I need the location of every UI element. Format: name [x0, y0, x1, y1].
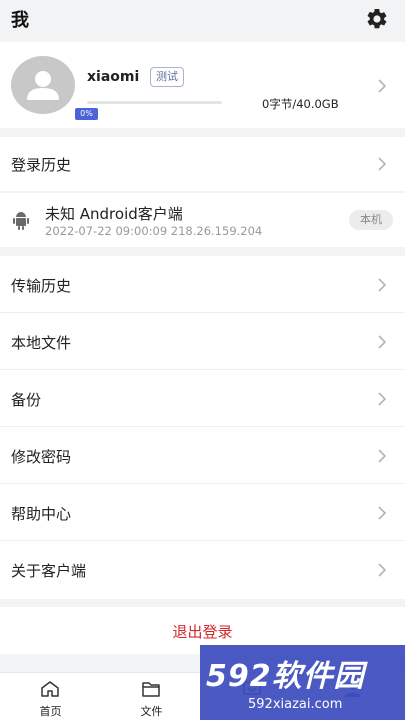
- avatar[interactable]: [11, 56, 75, 114]
- menu-item-backup[interactable]: 备份: [0, 370, 405, 427]
- current-device-badge: 本机: [349, 210, 393, 230]
- chevron-right-icon: [378, 563, 387, 577]
- login-history-label: 登录历史: [11, 156, 72, 174]
- settings-menu: 传输历史 本地文件 备份 修改密码 帮助中心 关于客户端: [0, 256, 405, 599]
- chevron-right-icon: [378, 449, 387, 463]
- menu-item-label: 本地文件: [11, 334, 72, 352]
- tab-home[interactable]: 首页: [0, 673, 101, 720]
- user-avatar-icon: [27, 71, 59, 100]
- top-bar: 我: [0, 0, 405, 40]
- chevron-right-icon: [378, 335, 387, 349]
- watermark-url: 592xiazai.com: [248, 697, 343, 712]
- device-login-meta: 2022-07-22 09:00:09 218.26.159.204: [45, 224, 263, 238]
- folder-icon: [142, 682, 160, 697]
- login-history-row[interactable]: 登录历史: [0, 137, 405, 191]
- storage-percent-badge: 0%: [75, 108, 98, 120]
- tab-label: 文件: [140, 705, 163, 718]
- storage-progress-bar: [87, 101, 222, 104]
- chevron-right-icon: [378, 278, 387, 292]
- menu-item-help-center[interactable]: 帮助中心: [0, 484, 405, 541]
- storage-usage-text: 0字节/40.0GB: [262, 97, 339, 111]
- menu-item-label: 帮助中心: [11, 505, 72, 523]
- login-device-item: 未知 Android客户端 2022-07-22 09:00:09 218.26…: [0, 193, 405, 247]
- chevron-right-icon: [378, 157, 387, 171]
- menu-item-label: 关于客户端: [11, 562, 87, 580]
- menu-item-label: 备份: [11, 391, 42, 409]
- logout-label: 退出登录: [172, 623, 233, 641]
- page-title: 我: [11, 10, 29, 31]
- menu-item-local-files[interactable]: 本地文件: [0, 313, 405, 370]
- user-tag-badge: 测试: [150, 67, 184, 87]
- gear-icon[interactable]: [365, 7, 389, 31]
- menu-item-transfer-history[interactable]: 传输历史: [0, 256, 405, 313]
- username: xiaomi: [87, 69, 140, 85]
- chevron-right-icon: [378, 79, 387, 93]
- tab-files[interactable]: 文件: [101, 673, 202, 720]
- menu-item-label: 修改密码: [11, 448, 72, 466]
- android-icon: [13, 212, 29, 230]
- menu-item-about-client[interactable]: 关于客户端: [0, 541, 405, 598]
- watermark-logo: 592软件园 592xiazai.com: [200, 645, 405, 720]
- tab-label: 首页: [39, 705, 62, 718]
- chevron-right-icon: [378, 392, 387, 406]
- menu-item-change-password[interactable]: 修改密码: [0, 427, 405, 484]
- device-name: 未知 Android客户端: [45, 205, 183, 223]
- chevron-right-icon: [378, 506, 387, 520]
- watermark-title: 592软件园: [206, 659, 365, 694]
- profile-card[interactable]: xiaomi 测试 0字节/40.0GB: [0, 42, 405, 128]
- menu-item-label: 传输历史: [11, 277, 72, 295]
- home-icon: [41, 681, 59, 697]
